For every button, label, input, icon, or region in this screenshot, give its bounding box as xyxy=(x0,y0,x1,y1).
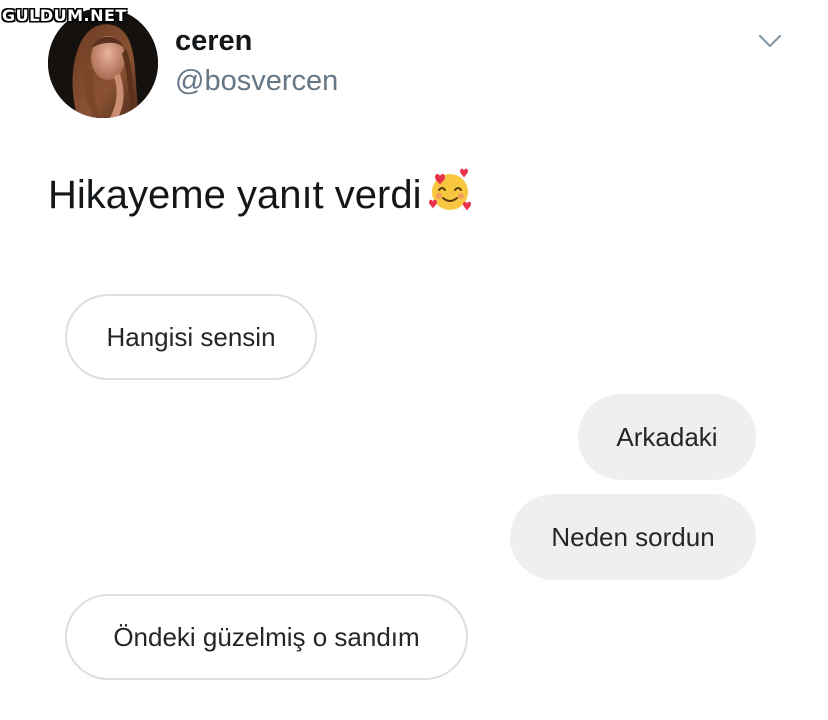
message-bubble-received: Hangisi sensin xyxy=(65,294,317,380)
chevron-down-icon[interactable] xyxy=(757,30,783,52)
message-text: Hangisi sensin xyxy=(106,321,276,352)
display-name[interactable]: ceren xyxy=(175,25,252,58)
tweet-screenshot: GULDUM.NET ceren @bosvercen Hikayeme yan… xyxy=(0,0,828,720)
smiling-face-with-hearts-icon xyxy=(427,168,473,224)
watermark-logo: GULDUM.NET xyxy=(2,6,127,25)
tweet-text-content: Hikayeme yanıt verdi xyxy=(48,173,422,217)
message-text: Neden sordun xyxy=(551,521,715,552)
tweet-text: Hikayeme yanıt verdi xyxy=(48,168,473,224)
message-text: Arkadaki xyxy=(616,421,718,452)
message-bubble-sent: Arkadaki xyxy=(578,394,756,480)
user-handle[interactable]: @bosvercen xyxy=(175,65,338,98)
message-text: Öndeki güzelmiş o sandım xyxy=(113,621,420,652)
message-bubble-sent: Neden sordun xyxy=(510,494,756,580)
message-bubble-received: Öndeki güzelmiş o sandım xyxy=(65,594,468,680)
